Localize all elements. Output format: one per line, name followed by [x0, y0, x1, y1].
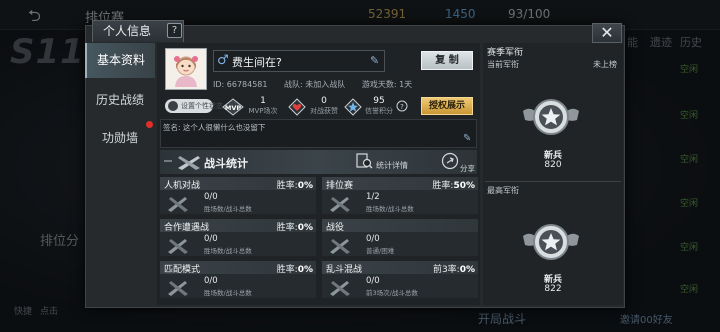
battle-stats-title: 战斗统计	[204, 157, 248, 170]
tab-basic-info[interactable]: 基本资料	[85, 43, 155, 78]
tab-merit-wall[interactable]: 功勋墙	[85, 121, 155, 156]
mode-rate: 胜率:0%	[277, 262, 313, 275]
credit-value: 95	[373, 96, 385, 106]
player-team: 战队: 未加入战队	[284, 80, 346, 89]
mode-rate: 胜率:50%	[432, 178, 475, 191]
mode-value: 1/2	[366, 192, 380, 202]
season-rank-title: 赛季军衔	[487, 48, 524, 58]
praise-heart-icon	[288, 98, 306, 116]
notification-dot	[146, 121, 153, 128]
credit-star-icon	[344, 98, 362, 116]
edit-name-icon[interactable]: ✎	[370, 55, 382, 67]
stats-detail-icon[interactable]	[356, 153, 373, 170]
mode-rate-label: 胜率:	[276, 181, 298, 191]
highest-recruit-badge-icon	[523, 224, 579, 260]
praise-stat: 0 对战获赞	[308, 96, 340, 116]
current-rank-score: 820	[544, 160, 562, 170]
status-dot-icon	[168, 101, 178, 111]
player-id: ID: 66784581	[213, 80, 268, 89]
mode-name: 排位赛	[326, 181, 354, 191]
mode-card[interactable]: 合作遭遇战 胜率:0% 0/0 胜场数/战斗总数	[160, 219, 316, 256]
crossed-rifles-icon	[168, 197, 188, 212]
set-status-button[interactable]: 设置个性状态	[165, 99, 223, 113]
stats-detail-link[interactable]: 统计详情	[376, 160, 408, 171]
recruit-rank-badge-icon	[523, 99, 579, 135]
mode-rate-value: 0%	[297, 223, 313, 233]
mode-rate-label: 前3率:	[432, 265, 460, 275]
credit-info-icon[interactable]: ?	[396, 100, 408, 112]
highest-rank-score: 822	[544, 284, 562, 294]
mode-subtitle: 胜场数/战斗总数	[204, 289, 252, 297]
mode-rate-value: 0%	[297, 265, 313, 275]
mode-rate: 胜率:0%	[277, 220, 313, 233]
help-icon[interactable]: ?	[167, 23, 182, 38]
authorize-showcase-button[interactable]: 授权展示	[421, 97, 473, 115]
current-rank-label: 当前军衔	[487, 60, 519, 69]
mode-rate: 前3率:0%	[433, 262, 475, 275]
praise-value: 0	[321, 96, 327, 106]
crossed-rifles-icon	[168, 281, 188, 296]
gender-male-icon: ♂	[217, 53, 229, 68]
crossed-rifles-icon	[330, 281, 350, 296]
signature-text: 签名: 这个人很懒什么也没留下	[163, 123, 266, 132]
credit-stat: 95 信誉积分	[362, 96, 396, 116]
avatar-portrait-icon	[174, 56, 198, 87]
mode-value: 0/0	[204, 234, 218, 244]
mode-rate-label: 胜率:	[276, 265, 298, 275]
set-status-label: 设置个性状态	[181, 102, 223, 110]
svg-text:?: ?	[400, 103, 404, 111]
mode-subtitle: 胜场数/战斗总数	[366, 205, 414, 213]
mode-rate-label: 胜率:	[276, 223, 298, 233]
crossed-rifles-icon	[168, 239, 188, 254]
current-rank-status: 未上榜	[593, 60, 617, 69]
mode-card[interactable]: 乱斗混战 前3率:0% 0/0 前3场次/战斗总数	[322, 261, 478, 298]
mode-name: 匹配模式	[164, 265, 201, 275]
mvp-value: 1	[260, 96, 266, 106]
share-label[interactable]: 分享	[460, 163, 475, 174]
praise-label: 对战获赞	[310, 107, 338, 115]
rank-divider	[485, 181, 621, 182]
svg-text:MVP: MVP	[225, 104, 241, 112]
mode-subtitle: 普通/困难	[366, 247, 395, 255]
mode-value: 0/0	[204, 192, 218, 202]
player-meta-row: ID: 66784581 战队: 未加入战队 游戏天数: 1天	[213, 79, 412, 90]
mode-rate-value: 50%	[453, 181, 475, 191]
mode-subtitle: 胜场数/战斗总数	[204, 247, 252, 255]
mode-name: 乱斗混战	[326, 265, 363, 275]
mode-card-header	[322, 219, 478, 232]
crossed-guns-icon	[178, 156, 200, 170]
crossed-rifles-icon	[330, 197, 350, 212]
mode-rate: 胜率:0%	[277, 178, 313, 191]
mode-rate-label: 胜率:	[432, 181, 454, 191]
mode-value: 0/0	[366, 234, 380, 244]
mode-subtitle: 胜场数/战斗总数	[204, 205, 252, 213]
edit-signature-icon[interactable]: ✎	[463, 133, 471, 144]
mvp-icon: MVP	[222, 98, 244, 116]
collapse-icon[interactable]	[163, 156, 173, 166]
share-icon[interactable]	[441, 152, 459, 170]
tab-battle-history[interactable]: 历史战绩	[85, 83, 155, 118]
player-days: 游戏天数: 1天	[361, 80, 413, 89]
mode-value: 0/0	[366, 276, 380, 286]
close-button[interactable]: ✕	[592, 23, 622, 43]
player-nickname: 费生间在?	[232, 56, 282, 69]
mvp-label: MVP场次	[248, 107, 278, 115]
credit-label: 信誉积分	[365, 107, 393, 115]
mode-value: 0/0	[204, 276, 218, 286]
mode-card[interactable]: 排位赛 胜率:50% 1/2 胜场数/战斗总数	[322, 177, 478, 214]
mode-name: 合作遭遇战	[164, 223, 210, 233]
copy-id-button[interactable]: 复 制	[421, 51, 473, 70]
mvp-stat: 1 MVP场次	[248, 96, 278, 116]
mode-subtitle: 前3场次/战斗总数	[366, 289, 418, 297]
mode-card[interactable]: 战役 0/0 普通/困难	[322, 219, 478, 256]
crossed-rifles-icon	[330, 239, 350, 254]
mode-rate-value: 0%	[297, 181, 313, 191]
mode-rate-value: 0%	[459, 265, 475, 275]
highest-rank-label: 最高军衔	[487, 186, 519, 195]
mode-card[interactable]: 匹配模式 胜率:0% 0/0 胜场数/战斗总数	[160, 261, 316, 298]
mode-name: 战役	[326, 223, 345, 233]
mode-card[interactable]: 人机对战 胜率:0% 0/0 胜场数/战斗总数	[160, 177, 316, 214]
avatar[interactable]	[165, 48, 207, 90]
mode-name: 人机对战	[164, 181, 201, 191]
